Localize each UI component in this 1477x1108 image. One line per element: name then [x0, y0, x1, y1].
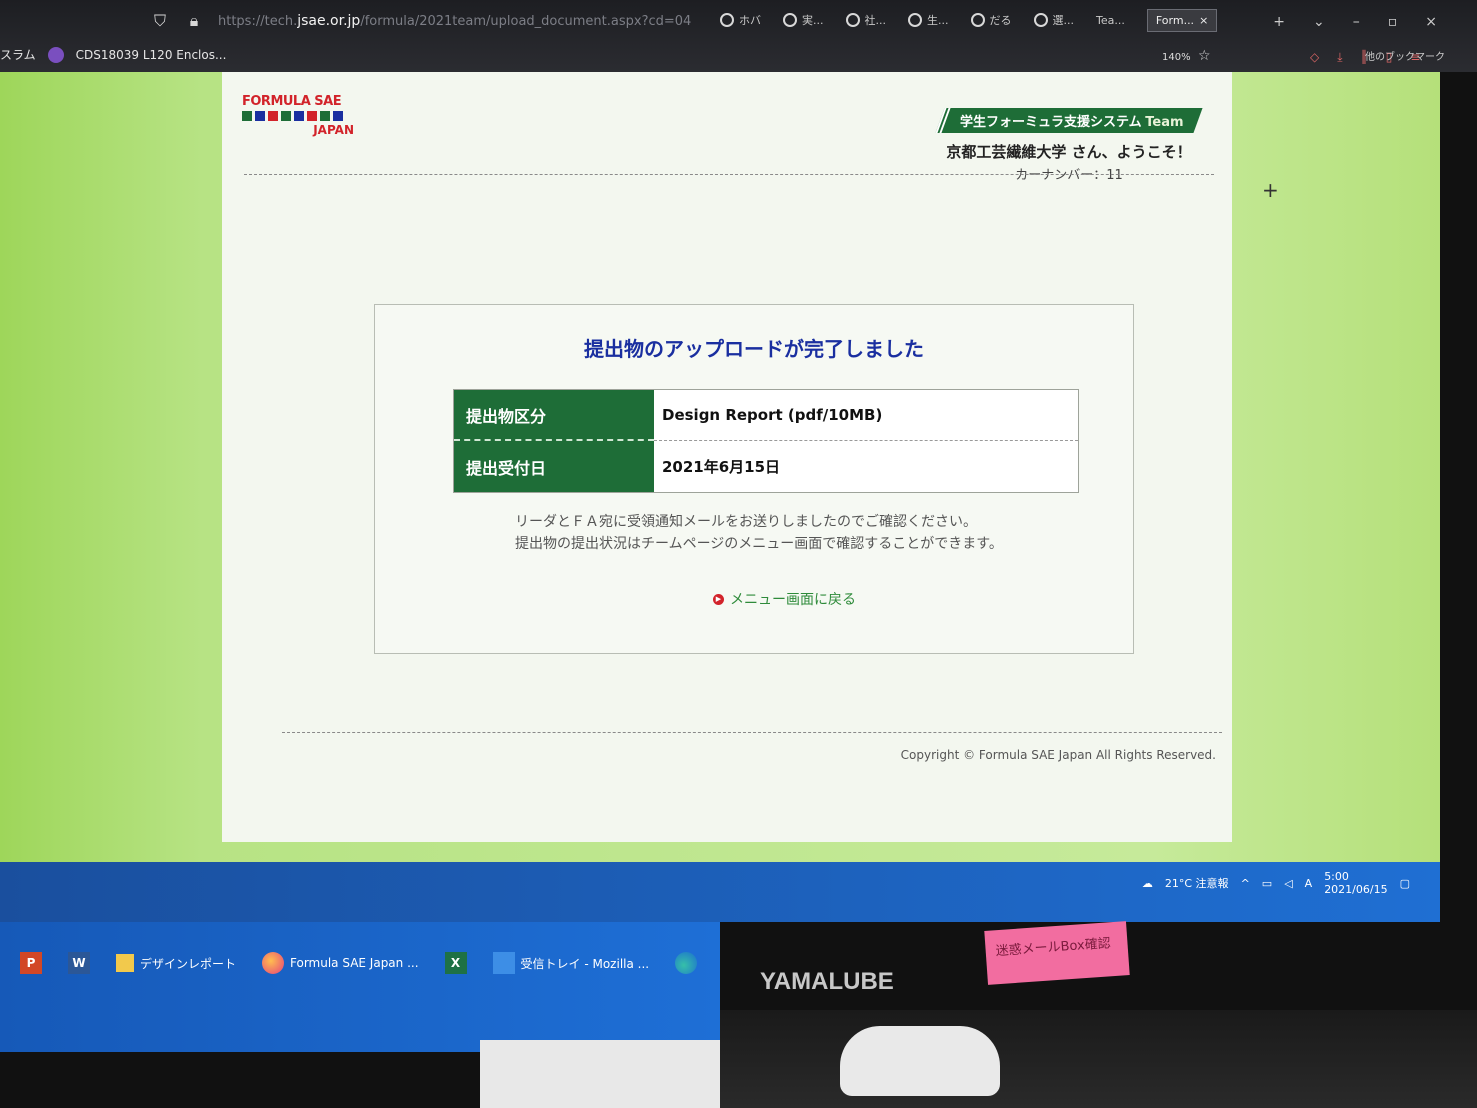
browser-toolbar: ⛉ 🔒︎ https://tech.jsae.or.jp/formula/202…	[0, 0, 1477, 72]
mail-icon	[492, 952, 515, 974]
cloud-icon: ☁	[1141, 876, 1153, 890]
folder-icon	[116, 954, 134, 972]
zoom-level[interactable]: 140%	[1162, 52, 1191, 63]
value-receipt-date: 2021年6月15日	[654, 441, 1078, 492]
powerpoint-icon[interactable]: P	[20, 952, 42, 974]
header-info: 学生フォーミュラ支援システム Team 京都工芸繊維大学 さん、ようこそ！ カー…	[924, 108, 1214, 183]
network-icon[interactable]: ▭	[1262, 877, 1272, 890]
new-tab-button[interactable]: +	[1273, 14, 1285, 30]
taskbar-item-folder[interactable]: デザインレポート	[116, 954, 236, 972]
desk	[720, 1010, 1477, 1108]
tab-3[interactable]: 社...	[845, 12, 886, 28]
firefox-icon	[262, 952, 285, 974]
page-background: FORMULA SAE JAPAN 学生フォーミュラ支援システム Team 京都…	[0, 72, 1440, 862]
clock[interactable]: 5:00 2021/06/15	[1324, 870, 1387, 896]
welcome-message: 京都工芸繊維大学 さん、ようこそ！	[946, 143, 1192, 161]
notice-text: リーダとＦＡ宛に受領通知メールをお送りしましたのでご確認ください。 提出物の提出…	[515, 514, 1003, 552]
url-host: jsae.or.jp	[297, 13, 361, 29]
window-controls: + ⌄ – ▫ ×	[1273, 14, 1437, 30]
google-icon	[970, 13, 985, 27]
sticky-note: 迷惑メールBox確認	[984, 921, 1130, 985]
tab-active[interactable]: Form... ×	[1146, 8, 1218, 32]
tab-6[interactable]: 選...	[1033, 12, 1074, 28]
bookmark-item[interactable]: CDS18039 L120 Enclos...	[76, 48, 227, 62]
bookmark-item[interactable]: スラム	[0, 46, 36, 63]
footer-divider	[282, 732, 1222, 733]
paper-sheet	[480, 1040, 720, 1108]
ime-icon[interactable]: A	[1305, 877, 1313, 890]
monitor-brand-label: YAMALUBE	[760, 968, 894, 995]
tab-5[interactable]: だる	[970, 12, 1012, 28]
back-to-menu-link[interactable]: ▶ メニュー画面に戻る	[713, 589, 856, 609]
url-path: /formula/2021team/upload_document.aspx?c…	[360, 14, 692, 29]
word-icon[interactable]: W	[68, 952, 90, 974]
system-banner: 学生フォーミュラ支援システム Team	[935, 108, 1203, 133]
page-title: 提出物のアップロードが完了しました	[584, 337, 924, 361]
google-icon	[783, 13, 797, 27]
taskbar-item-firefox[interactable]: Formula SAE Japan ...	[262, 952, 419, 974]
volume-icon[interactable]: ◁	[1284, 877, 1292, 890]
lock-icon[interactable]: 🔒︎	[184, 11, 204, 31]
google-icon	[908, 13, 922, 27]
taskbar-item-mail[interactable]: 受信トレイ - Mozilla ...	[492, 952, 649, 974]
excel-icon[interactable]: X	[444, 952, 467, 974]
tab-strip: ホバ 実... 社... 生... だる 選... Tea... Form...…	[720, 0, 1218, 40]
copyright: Copyright © Formula SAE Japan All Rights…	[900, 748, 1216, 762]
tab-4[interactable]: 生...	[908, 12, 949, 28]
mouse-cursor-icon: +	[1262, 178, 1279, 202]
date: 2021/06/15	[1324, 883, 1388, 896]
value-submission-type: Design Report (pdf/10MB)	[654, 390, 1078, 441]
close-window-button[interactable]: ×	[1425, 14, 1437, 30]
upload-complete-panel: 提出物のアップロードが完了しました 提出物区分 Design Report (p…	[374, 304, 1134, 654]
formula-sae-logo: FORMULA SAE JAPAN	[242, 94, 354, 137]
toy-car	[840, 1026, 1000, 1096]
minimize-button[interactable]: –	[1353, 14, 1360, 30]
google-icon	[1033, 13, 1048, 27]
google-icon	[720, 13, 734, 27]
download-icon[interactable]: ⤓	[1337, 50, 1342, 65]
close-tab-icon[interactable]: ×	[1199, 14, 1208, 27]
tab-list-chevron-icon[interactable]: ⌄	[1313, 14, 1325, 30]
other-bookmarks[interactable]: 他のブックマーク	[1365, 48, 1445, 63]
bookmarks-bar: スラム CDS18039 L120 Enclos... 140% ☆ ◇ ⤓ ║…	[0, 40, 1477, 72]
taskbar: ☁ 21°C 注意報 ^ ▭ ◁ A 5:00 2021/06/15 ▢	[0, 862, 1440, 922]
label-receipt-date: 提出受付日	[454, 441, 654, 492]
weather[interactable]: 21°C 注意報	[1165, 875, 1229, 891]
checkered-flag-graphic	[242, 111, 354, 121]
bookmark-star-icon[interactable]: ☆	[1198, 48, 1211, 64]
label-submission-type: 提出物区分	[454, 390, 654, 441]
tab-icon	[845, 13, 860, 27]
url-prefix: https://tech.	[218, 14, 298, 29]
tab-2[interactable]: 実...	[783, 12, 824, 28]
maximize-button[interactable]: ▫	[1388, 14, 1398, 30]
notification-icon[interactable]: ▢	[1400, 877, 1410, 890]
tab-7[interactable]: Tea...	[1096, 14, 1125, 27]
system-tray: ☁ 21°C 注意報 ^ ▭ ◁ A 5:00 2021/06/15 ▢	[1142, 870, 1410, 896]
submission-info-table: 提出物区分 Design Report (pdf/10MB) 提出受付日 202…	[453, 389, 1079, 493]
pocket-icon[interactable]: ◇	[1310, 50, 1319, 65]
time: 5:00	[1324, 870, 1349, 883]
shield-icon[interactable]: ⛉	[150, 11, 170, 31]
edge-icon[interactable]	[675, 952, 698, 974]
content-area: FORMULA SAE JAPAN 学生フォーミュラ支援システム Team 京都…	[222, 72, 1232, 842]
header-divider	[244, 174, 1214, 175]
bookmark-favicon-icon	[47, 46, 64, 63]
arrow-right-icon: ▶	[713, 593, 724, 605]
chevron-up-icon[interactable]: ^	[1241, 877, 1250, 890]
tab-1[interactable]: ホバ	[720, 12, 761, 28]
taskbar-apps: P W デザインレポート Formula SAE Japan ... X 受信ト…	[0, 922, 720, 1052]
